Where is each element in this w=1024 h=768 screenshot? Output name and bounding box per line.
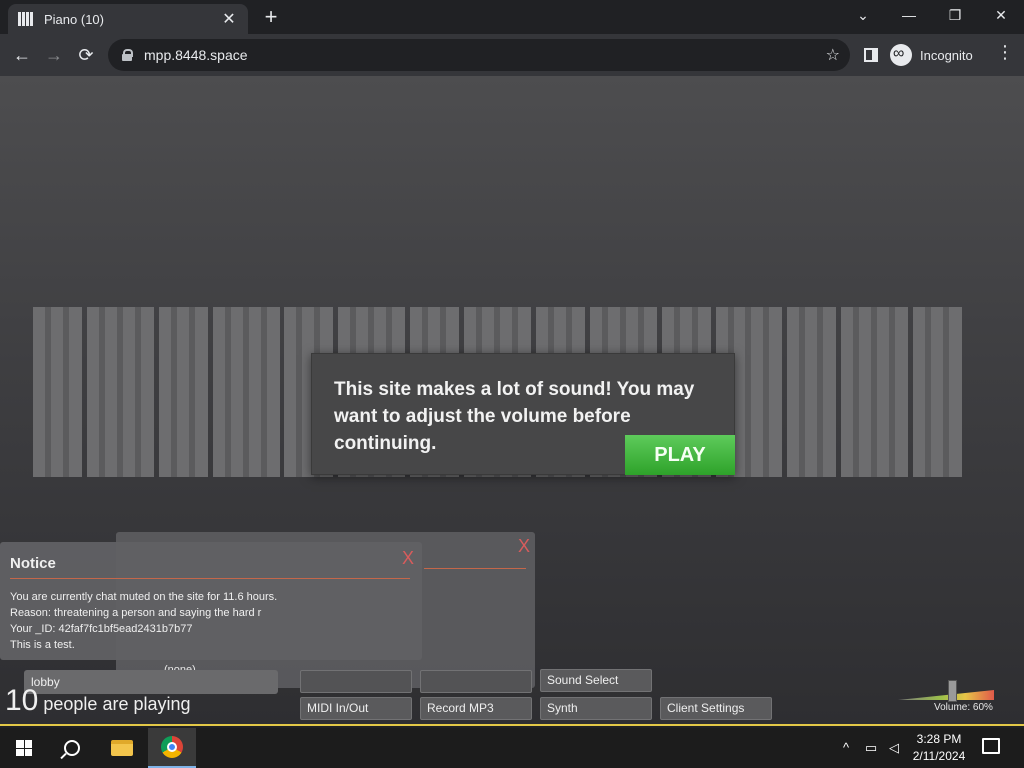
notice-body: You are currently chat muted on the site… — [10, 589, 277, 653]
browser-toolbar: ← → ⟳ mpp.8448.space ☆ Incognito ⋮ — [0, 34, 1024, 76]
notice-line: Reason: threatening a person and saying … — [10, 607, 262, 619]
notice-divider — [10, 578, 410, 579]
tab-close-icon[interactable]: ✕ — [220, 9, 238, 29]
notification-icon[interactable] — [982, 738, 1000, 754]
notice-close-button[interactable]: X — [402, 548, 414, 569]
forward-button[interactable]: → — [40, 41, 68, 69]
sound-select-button[interactable]: Sound Select — [540, 669, 652, 692]
piano-key[interactable] — [68, 307, 82, 477]
piano-icon — [18, 12, 34, 26]
notice-line: You are currently chat muted on the site… — [10, 591, 278, 603]
page-bottom-border — [0, 724, 1024, 726]
sound-warning-modal: This site makes a lot of sound! You may … — [311, 353, 735, 475]
people-label: people are playing — [43, 694, 191, 714]
browser-tab[interactable]: Piano (10) ✕ — [8, 4, 248, 34]
notice-line: Your _ID: 42faf7fc1bf5ead2431b7b77 — [10, 623, 193, 635]
piano-key[interactable] — [823, 307, 837, 477]
synth-button[interactable]: Synth — [540, 697, 652, 720]
side-panel-icon[interactable] — [864, 48, 878, 62]
volume-knob[interactable] — [948, 680, 957, 702]
url-text: mpp.8448.space — [144, 47, 248, 63]
clock-date: 2/11/2024 — [912, 749, 966, 763]
browser-titlebar: Piano (10) ✕ + ⌄ — ❐ ✕ — [0, 0, 1024, 34]
notice-panel: Notice X You are currently chat muted on… — [0, 542, 422, 660]
address-bar[interactable]: mpp.8448.space ☆ — [108, 39, 850, 71]
search-button[interactable] — [48, 728, 96, 768]
piano-key[interactable] — [895, 307, 909, 477]
volume-label: Volume: 60% — [934, 702, 993, 713]
incognito-label: Incognito — [920, 47, 973, 63]
people-count: 10 people are playing — [5, 684, 191, 718]
clock-time: 3:28 PM — [916, 732, 962, 746]
browser-menu-icon[interactable]: ⋮ — [996, 42, 1014, 63]
file-explorer-button[interactable] — [98, 728, 146, 768]
midi-button[interactable]: MIDI In/Out — [300, 697, 412, 720]
player-count: 10 — [5, 684, 39, 717]
chrome-taskbar-button[interactable] — [148, 728, 196, 768]
volume-track — [898, 690, 994, 700]
restore-button[interactable]: ❐ — [932, 0, 978, 32]
windows-logo-icon — [16, 740, 32, 756]
network-icon[interactable]: ▭ — [860, 728, 882, 768]
piano-key[interactable] — [194, 307, 208, 477]
muted-speaker-icon[interactable]: ◁ — [884, 728, 904, 768]
minimize-button[interactable]: — — [886, 0, 932, 32]
system-clock[interactable]: 3:28 PM 2/11/2024 — [906, 731, 972, 765]
panel-divider — [424, 568, 526, 569]
search-icon — [64, 740, 80, 756]
lock-icon[interactable] — [122, 49, 133, 61]
incognito-icon — [890, 44, 912, 66]
piano-key[interactable] — [769, 307, 783, 477]
tab-title: Piano (10) — [44, 11, 104, 27]
notice-line: This is a test. — [10, 639, 75, 651]
incognito-profile[interactable]: Incognito — [890, 42, 973, 68]
piano-key[interactable] — [266, 307, 280, 477]
close-window-button[interactable]: ✕ — [978, 0, 1024, 32]
panel-close-button[interactable]: X — [518, 536, 530, 557]
new-tab-button[interactable]: + — [258, 4, 284, 30]
blank-button-1[interactable] — [300, 670, 412, 693]
reload-button[interactable]: ⟳ — [72, 41, 100, 69]
windows-taskbar: ^ ▭ ◁ 3:28 PM 2/11/2024 — [0, 728, 1024, 768]
tab-search-icon[interactable]: ⌄ — [840, 0, 886, 32]
start-button[interactable] — [0, 728, 48, 768]
folder-icon — [111, 740, 133, 756]
blank-button-2[interactable] — [420, 670, 532, 693]
volume-slider[interactable]: Volume: 60% — [896, 680, 996, 726]
play-button[interactable]: PLAY — [625, 435, 735, 475]
bookmark-star-icon[interactable]: ☆ — [826, 45, 840, 65]
back-button[interactable]: ← — [8, 41, 36, 69]
chrome-icon — [161, 736, 183, 758]
piano-key[interactable] — [949, 307, 963, 477]
client-settings-button[interactable]: Client Settings — [660, 697, 772, 720]
page-content: This site makes a lot of sound! You may … — [0, 76, 1024, 726]
tray-chevron-icon[interactable]: ^ — [836, 728, 856, 768]
piano-key[interactable] — [140, 307, 154, 477]
notice-title: Notice — [10, 555, 56, 572]
record-mp3-button[interactable]: Record MP3 — [420, 697, 532, 720]
